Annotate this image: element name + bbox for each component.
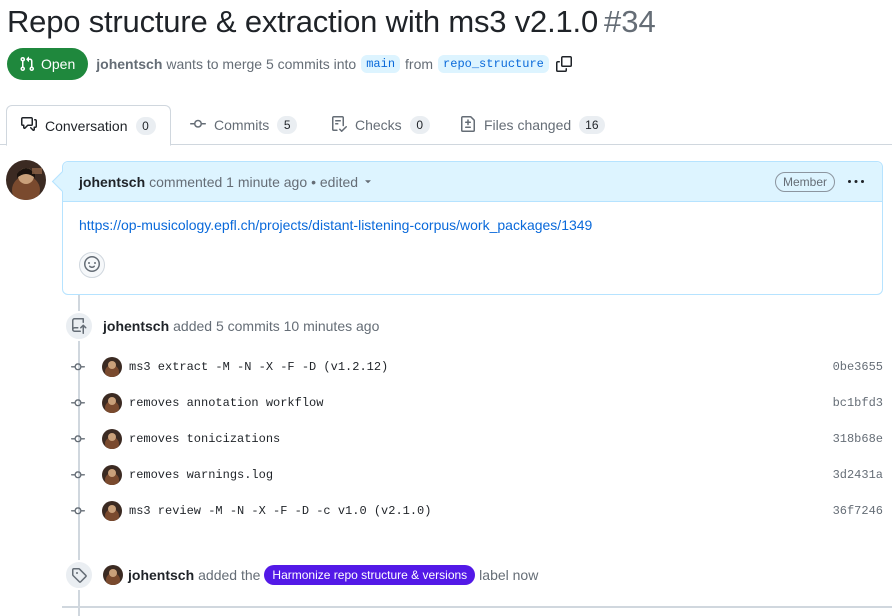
avatar[interactable] xyxy=(102,357,122,377)
commits-added-event: johentsch added 5 commits 10 minutes ago xyxy=(103,318,379,334)
commit-message[interactable]: removes tonicizations xyxy=(129,432,280,446)
state-label: Open xyxy=(41,56,76,72)
git-commit-icon xyxy=(70,468,86,485)
avatar[interactable] xyxy=(102,501,122,521)
tag-icon xyxy=(64,560,94,590)
label-added-event: johentsch added the Harmonize repo struc… xyxy=(103,565,538,585)
git-commit-icon xyxy=(70,504,86,521)
commit-sha[interactable]: 3d2431a xyxy=(833,468,883,482)
commit-row: ms3 extract -M -N -X -F -D (v1.2.12) 0be… xyxy=(66,355,892,379)
pr-meta: Open johentsch wants to merge 5 commits … xyxy=(7,48,572,80)
merge-summary: johentsch wants to merge 5 commits into … xyxy=(96,55,572,73)
commit-message[interactable]: removes annotation workflow xyxy=(129,396,323,410)
commit-row: ms3 review -M -N -X -F -D -c v1.0 (v2.1.… xyxy=(66,499,892,523)
event-text: added 5 commits 10 minutes ago xyxy=(173,318,380,334)
commit-sha[interactable]: bc1bfd3 xyxy=(833,396,883,410)
tab-commits-label: Commits xyxy=(214,117,270,133)
base-branch[interactable]: main xyxy=(361,55,401,73)
edited-dropdown[interactable]: • edited xyxy=(311,174,374,190)
kebab-horizontal-icon[interactable] xyxy=(848,174,864,193)
commit-message[interactable]: ms3 review -M -N -X -F -D -c v1.0 (v2.1.… xyxy=(129,504,431,518)
repo-push-icon xyxy=(64,311,94,341)
comment-body: https://op-musicology.epfl.ch/projects/d… xyxy=(63,202,882,233)
tab-files-changed[interactable]: Files changed 16 xyxy=(446,105,619,145)
pr-tabs: Conversation 0 Commits 5 Checks 0 Files … xyxy=(0,105,892,146)
member-badge: Member xyxy=(774,172,835,192)
checklist-icon xyxy=(331,115,348,135)
event-author[interactable]: johentsch xyxy=(103,318,169,334)
tab-files-changed-count: 16 xyxy=(579,116,605,134)
smiley-icon xyxy=(84,255,100,275)
event-text-suffix: label now xyxy=(479,567,539,583)
commit-message[interactable]: removes warnings.log xyxy=(129,468,273,482)
tab-files-changed-label: Files changed xyxy=(484,117,572,133)
event-text: added the xyxy=(198,567,261,583)
tab-conversation[interactable]: Conversation 0 xyxy=(6,105,171,146)
comment-discussion-icon xyxy=(21,116,37,135)
commit-row: removes annotation workflow bc1bfd3 xyxy=(66,391,892,415)
divider xyxy=(62,606,892,608)
git-commit-icon xyxy=(70,396,86,413)
avatar[interactable] xyxy=(6,160,46,200)
commit-row: removes warnings.log 3d2431a xyxy=(66,463,892,487)
tab-conversation-count: 0 xyxy=(135,116,156,135)
avatar[interactable] xyxy=(102,393,122,413)
git-commit-icon xyxy=(70,360,86,377)
triangle-down-icon xyxy=(362,174,374,190)
comment-timestamp[interactable]: commented 1 minute ago xyxy=(149,174,307,190)
avatar[interactable] xyxy=(103,565,123,585)
avatar[interactable] xyxy=(102,465,122,485)
git-pull-request-icon xyxy=(19,56,35,72)
copy-icon[interactable] xyxy=(555,56,572,72)
tab-checks-label: Checks xyxy=(355,117,402,133)
commit-message[interactable]: ms3 extract -M -N -X -F -D (v1.2.12) xyxy=(129,360,388,374)
tab-conversation-label: Conversation xyxy=(45,117,128,134)
tab-checks-count: 0 xyxy=(409,116,430,134)
comment-link[interactable]: https://op-musicology.epfl.ch/projects/d… xyxy=(79,217,592,233)
pr-title-row: Repo structure & extraction with ms3 v2.… xyxy=(7,4,656,40)
comment-author[interactable]: johentsch xyxy=(79,174,145,190)
commit-row: removes tonicizations 318b68e xyxy=(66,427,892,451)
tab-commits[interactable]: Commits 5 xyxy=(176,105,311,145)
tab-checks[interactable]: Checks 0 xyxy=(317,105,444,145)
pr-title: Repo structure & extraction with ms3 v2.… xyxy=(7,4,598,39)
pr-number: #34 xyxy=(604,4,656,39)
add-reaction-button[interactable] xyxy=(79,252,105,278)
edited-label: • edited xyxy=(311,173,359,190)
merge-text: wants to merge 5 commits into xyxy=(166,56,357,72)
tab-commits-count: 5 xyxy=(277,116,298,134)
git-commit-icon xyxy=(70,432,86,449)
state-badge: Open xyxy=(7,48,89,80)
avatar[interactable] xyxy=(102,429,122,449)
pr-author-link[interactable]: johentsch xyxy=(96,56,162,72)
commit-sha[interactable]: 0be3655 xyxy=(833,360,883,374)
label-pill[interactable]: Harmonize repo structure & versions xyxy=(264,565,476,585)
head-branch[interactable]: repo_structure xyxy=(438,55,549,73)
file-diff-icon xyxy=(460,115,476,135)
comment-header: johentsch commented 1 minute ago • edite… xyxy=(63,162,882,202)
git-commit-icon xyxy=(190,116,206,135)
event-author[interactable]: johentsch xyxy=(128,567,194,583)
comment-box: johentsch commented 1 minute ago • edite… xyxy=(62,161,883,295)
from-text: from xyxy=(405,56,434,72)
commit-sha[interactable]: 36f7246 xyxy=(833,504,883,518)
commit-sha[interactable]: 318b68e xyxy=(833,432,883,446)
